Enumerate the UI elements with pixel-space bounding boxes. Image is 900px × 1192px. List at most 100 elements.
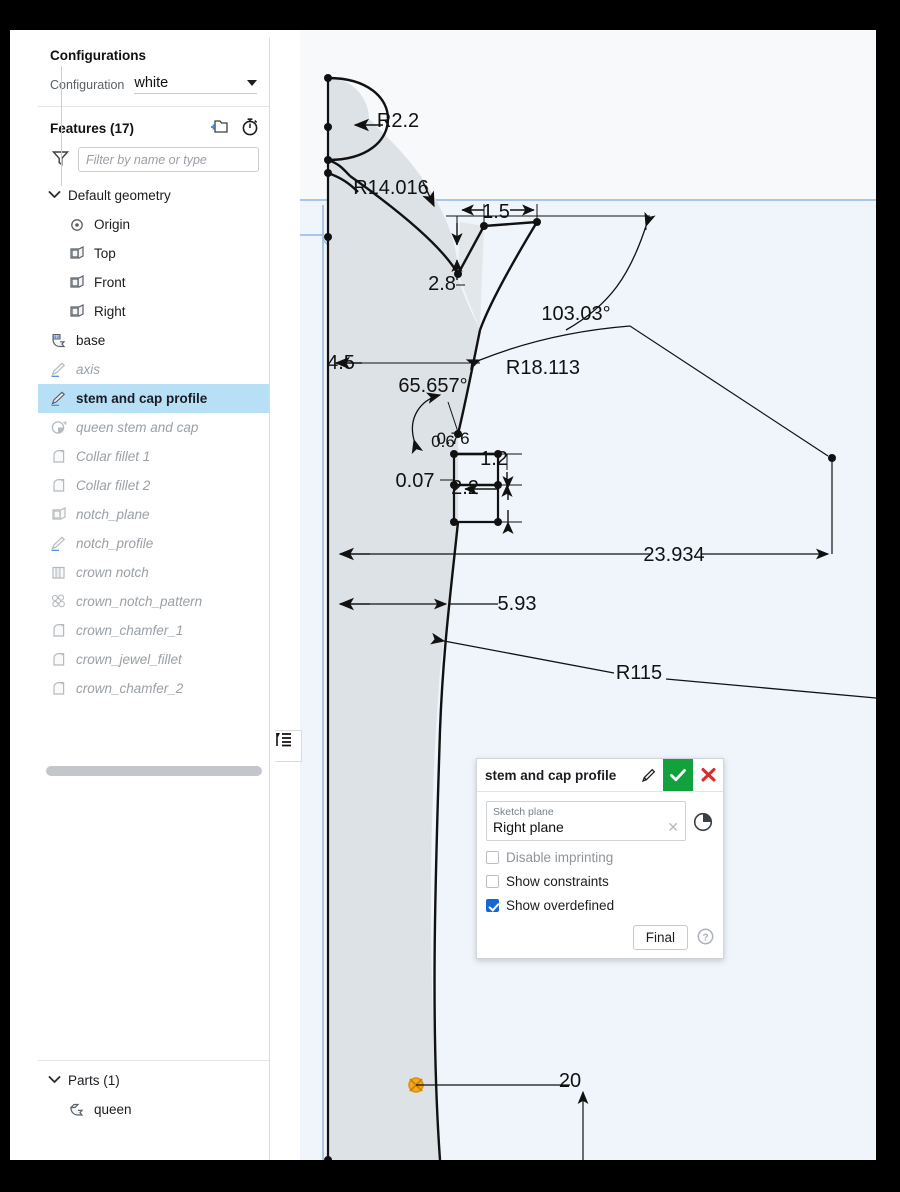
pencil-icon[interactable] <box>633 759 663 791</box>
chevron-down-icon[interactable] <box>48 1075 62 1087</box>
dimension-overall-width[interactable]: 23.934 <box>643 544 704 566</box>
extrude-icon <box>48 332 70 349</box>
fillet-icon <box>48 680 70 697</box>
parts-title: Parts (1) <box>68 1073 120 1088</box>
dialog-header: stem and cap profile <box>477 759 723 792</box>
feature-tree: Default geometry Origin Top Front Right base a… <box>38 66 269 703</box>
dimension-head-arc-radius[interactable]: R14.016 <box>353 177 429 199</box>
tree-item-notch-profile[interactable]: notch_profile <box>38 529 269 558</box>
tree-item-base[interactable]: base <box>38 326 269 355</box>
checkbox-label: Disable imprinting <box>506 850 614 865</box>
dimension-base-height[interactable]: 20 <box>559 1070 581 1092</box>
cad-application-window: R2.2 R14.016 1.5 2.8 103.03° 4.5 R18.113 65.657… <box>10 30 876 1160</box>
tree-guide-line <box>61 66 62 186</box>
new-folder-icon[interactable] <box>210 118 229 138</box>
sketch-icon <box>48 361 70 378</box>
sketch-icon <box>48 535 70 552</box>
screenshot-frame: R2.2 R14.016 1.5 2.8 103.03° 4.5 R18.113 65.657… <box>0 0 900 1192</box>
dimension-neck-angle[interactable]: 65.657° <box>398 375 467 397</box>
part-item-queen[interactable]: queen <box>38 1095 269 1124</box>
dimension-collar-gap[interactable]: 0.07 <box>396 470 435 492</box>
tree-item-stem-and-cap-profile[interactable]: stem and cap profile <box>38 384 269 413</box>
tree-item-collar-fillet-2[interactable]: Collar fillet 2 <box>38 471 269 500</box>
tree-item-front[interactable]: Front <box>38 268 269 297</box>
question-icon[interactable]: ? <box>697 928 714 948</box>
checkbox-row[interactable]: Disable imprinting <box>486 850 714 865</box>
dimension-stem-offset[interactable]: 4.5 <box>327 352 355 374</box>
filter-row <box>38 147 269 180</box>
checkbox-label: Show constraints <box>506 874 609 889</box>
tree-item-crown-jewel-fillet[interactable]: crown_jewel_fillet <box>38 645 269 674</box>
chevron-down-icon[interactable] <box>48 190 62 202</box>
tree-item-label: crown notch <box>76 565 149 580</box>
tree-item-notch-plane[interactable]: notch_plane <box>38 500 269 529</box>
configuration-value: white <box>134 75 169 91</box>
tree-item-label: crown_chamfer_2 <box>76 681 184 696</box>
origin-icon <box>66 216 88 233</box>
dimension-collar-width[interactable]: 1.5 <box>482 201 510 223</box>
dimension-base-offset[interactable]: 5.93 <box>498 593 537 615</box>
sketch-icon <box>48 390 70 407</box>
fillet-icon <box>48 651 70 668</box>
checkbox-row[interactable]: Show constraints <box>486 874 714 889</box>
dimension-body-arc-radius[interactable]: R115 <box>616 662 662 684</box>
plane-icon <box>66 245 88 262</box>
tree-item-collar-fillet-1[interactable]: Collar fillet 1 <box>38 442 269 471</box>
tree-item-label: crown_chamfer_1 <box>76 623 184 638</box>
sketch-plane-field[interactable]: Sketch plane Right plane ✕ <box>486 801 686 841</box>
pattern-icon <box>48 593 70 610</box>
features-header: Features (17) <box>38 107 269 147</box>
tree-item-label: crown_jewel_fillet <box>76 652 182 667</box>
tree-item-label: Top <box>94 246 116 261</box>
tree-item-crown-notch-pattern[interactable]: crown_notch_pattern <box>38 587 269 616</box>
list-icon[interactable] <box>275 730 302 762</box>
plane-icon <box>48 506 70 523</box>
x-icon[interactable] <box>693 759 723 791</box>
parts-group-header[interactable]: Parts (1) <box>38 1066 269 1095</box>
part-icon <box>66 1101 88 1118</box>
configurations-title: Configurations <box>50 48 146 63</box>
checkbox[interactable] <box>486 899 499 912</box>
dimension-cap-radius[interactable]: R2.2 <box>377 110 419 132</box>
tree-item-crown-chamfer-1[interactable]: crown_chamfer_1 <box>38 616 269 645</box>
configurations-section: Configurations Configuration white <box>38 38 269 106</box>
checkbox-row[interactable]: Show overdefined <box>486 898 714 913</box>
timer-icon[interactable] <box>241 117 259 139</box>
sketch-plane-label: Sketch plane <box>493 806 554 818</box>
tree-item-label: Right <box>94 304 126 319</box>
configuration-select[interactable]: white <box>134 75 257 94</box>
checkbox[interactable] <box>486 875 499 888</box>
clear-field-icon[interactable]: ✕ <box>667 820 679 834</box>
features-title: Features (17) <box>50 120 135 136</box>
tree-item-default-geometry[interactable]: Default geometry <box>38 181 269 210</box>
parts-section: Parts (1) queen <box>38 1066 269 1124</box>
tree-item-queen-stem-and-cap[interactable]: queen stem and cap <box>38 413 269 442</box>
tree-item-label: notch_profile <box>76 536 154 551</box>
tree-item-crown-chamfer-2[interactable]: crown_chamfer_2 <box>38 674 269 703</box>
dimension-collar-depth[interactable]: 2.2 <box>451 477 479 499</box>
tree-item-label: crown_notch_pattern <box>76 594 203 609</box>
tree-item-top[interactable]: Top <box>38 239 269 268</box>
horizontal-scrollbar[interactable] <box>46 766 262 776</box>
tree-item-crown-notch[interactable]: crown notch <box>38 558 269 587</box>
tree-item-axis[interactable]: axis <box>38 355 269 384</box>
search-input[interactable] <box>78 147 259 172</box>
final-button[interactable]: Final <box>632 925 688 950</box>
divider <box>38 1060 269 1061</box>
tree-item-right[interactable]: Right <box>38 297 269 326</box>
dimension-stem-arc-radius[interactable]: R18.113 <box>506 357 580 379</box>
dimension-collar-angle[interactable]: 103.03° <box>541 303 610 325</box>
checkbox[interactable] <box>486 851 499 864</box>
check-icon[interactable] <box>663 759 693 791</box>
tree-item-label: notch_plane <box>76 507 150 522</box>
dimension-collar-small-b[interactable]: 0.76 <box>436 429 469 448</box>
plane-icon <box>66 274 88 291</box>
tree-item-origin[interactable]: Origin <box>38 210 269 239</box>
tree-item-label: Collar fillet 2 <box>76 478 151 493</box>
fillet-icon <box>48 477 70 494</box>
tree-item-label: Collar fillet 1 <box>76 449 151 464</box>
dimension-collar-height[interactable]: 1.2 <box>480 448 508 470</box>
dimension-cap-height[interactable]: 2.8 <box>428 273 456 295</box>
checkbox-label: Show overdefined <box>506 898 615 913</box>
rollback-icon[interactable] <box>692 801 714 836</box>
